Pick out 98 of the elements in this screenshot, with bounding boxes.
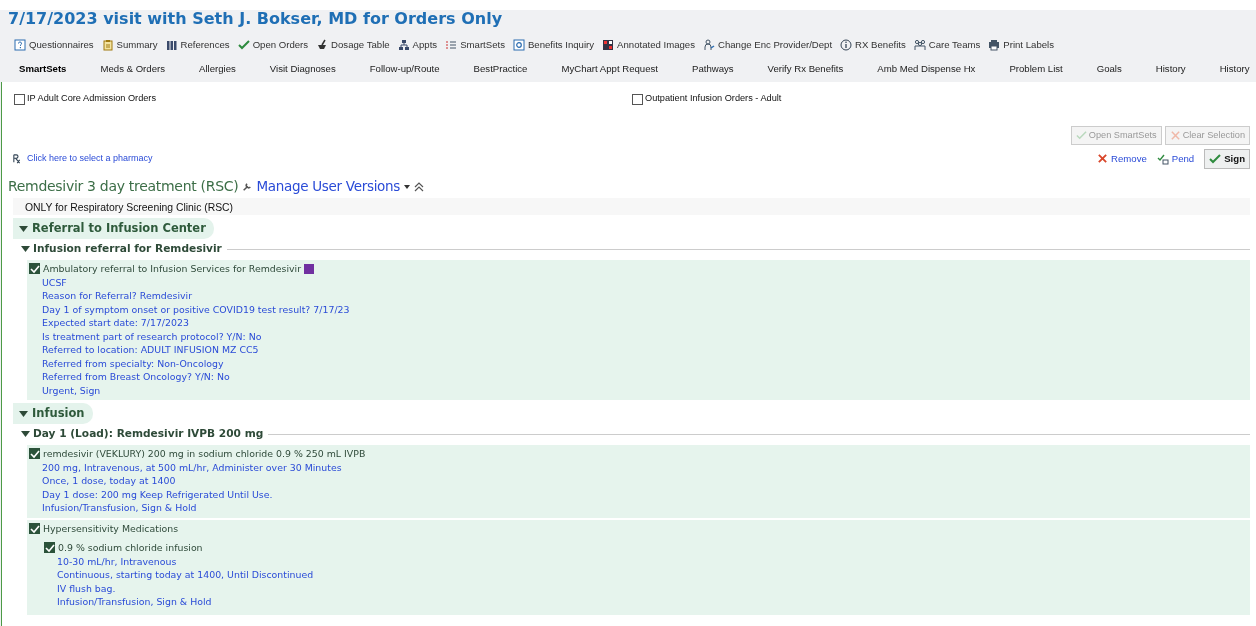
toolbar-button[interactable]: Summary xyxy=(101,37,158,53)
list-icon xyxy=(445,39,458,51)
section-header[interactable]: Infusion xyxy=(13,403,93,425)
checkmark-icon xyxy=(44,542,55,553)
order-detail[interactable]: Infusion/Transfusion, Sign & Hold xyxy=(44,595,1250,609)
versions-link[interactable]: Manage User Versions xyxy=(256,176,401,197)
order-detail[interactable]: Referred from specialty: Non-Oncology xyxy=(29,356,1250,371)
order-detail[interactable]: Is treatment part of research protocol? Y/N: No xyxy=(29,329,1250,344)
close-icon xyxy=(1097,153,1109,165)
toolbar-button[interactable]: Benefits Inquiry xyxy=(512,37,595,53)
printer-icon xyxy=(988,39,1001,51)
clipboard-icon xyxy=(101,39,114,51)
action-button[interactable]: Remove xyxy=(1097,151,1147,167)
checkmark-icon xyxy=(1075,130,1087,141)
checkbox[interactable] xyxy=(44,542,55,554)
pend-icon xyxy=(1156,153,1169,165)
action-button[interactable]: Sign xyxy=(1204,149,1250,169)
order-detail[interactable]: UCSF xyxy=(29,275,1250,290)
smartset-note: ONLY for Respiratory Screening Clinic (RSC) xyxy=(13,198,1250,215)
order-detail[interactable]: Day 1 dose: 200 mg Keep Refrigerated Until Use. xyxy=(29,487,1250,502)
wrench-icon xyxy=(242,181,253,192)
checkbox[interactable] xyxy=(14,93,25,105)
toolbar-button[interactable]: RX Benefits xyxy=(840,37,906,53)
tab[interactable]: Goals xyxy=(1096,61,1122,77)
toolbar-button[interactable]: Annotated Images xyxy=(602,37,695,53)
group-header[interactable]: Day 1 (Load): Remdesivir IVPB 200 mg xyxy=(21,426,264,443)
order-detail[interactable]: Once, 1 dose, today at 1400 xyxy=(29,474,1250,488)
checkbox[interactable] xyxy=(29,448,40,460)
toolbar-button[interactable]: Questionnaires xyxy=(14,37,94,53)
tab[interactable]: Visit Diagnoses xyxy=(269,61,336,77)
toolbar-button[interactable]: References xyxy=(165,37,230,53)
toolbar-button[interactable]: Open Orders xyxy=(237,37,309,53)
image-grid-icon xyxy=(602,39,615,51)
books-icon xyxy=(165,39,178,51)
order-detail[interactable]: 200 mg, Intravenous, at 500 mL/hr, Administer over 30 Minutes xyxy=(29,460,1250,475)
tab[interactable]: History xyxy=(1155,61,1186,77)
checkbox[interactable] xyxy=(29,523,40,535)
order-detail[interactable]: Infusion/Transfusion, Sign & Hold xyxy=(29,501,1250,515)
tab[interactable]: MyChart Appt Request xyxy=(561,61,658,77)
checkmark-icon xyxy=(237,39,250,51)
order-name: Hypersensitivity Medications xyxy=(43,521,179,536)
order-detail[interactable]: Reason for Referral? Remdesivir xyxy=(29,289,1250,303)
tab[interactable]: BestPractice xyxy=(473,61,528,77)
order-name: 0.9 % sodium chloride infusion xyxy=(58,540,203,555)
network-icon xyxy=(397,39,410,51)
expanded-caret-icon xyxy=(19,224,28,233)
checkbox[interactable] xyxy=(632,93,643,105)
checkmark-icon xyxy=(29,523,40,534)
toolbar-button[interactable]: Care Teams xyxy=(913,37,981,53)
magnifier-icon xyxy=(512,39,525,51)
people-icon xyxy=(913,39,926,51)
info-icon xyxy=(840,39,853,51)
favorite-option[interactable]: IP Adult Core Admission Orders xyxy=(14,92,632,106)
favorite-option[interactable]: Outpatient Infusion Orders - Adult xyxy=(632,92,1250,106)
mortar-icon xyxy=(316,39,329,51)
close-icon xyxy=(1169,130,1181,141)
tab[interactable]: Amb Med Dispense Hx xyxy=(877,61,976,77)
checkbox[interactable] xyxy=(29,263,40,275)
group-header[interactable]: Infusion referral for Remdesivir xyxy=(21,241,222,258)
tab[interactable]: Follow-up/Route xyxy=(369,61,440,77)
expanded-caret-icon xyxy=(21,430,30,439)
pharmacy-link[interactable]: Click here to select a pharmacy xyxy=(13,152,153,166)
checkmark-icon xyxy=(1209,153,1222,165)
tab[interactable]: History xyxy=(1219,61,1250,77)
toolbar-button[interactable]: Appts xyxy=(397,37,438,53)
person-icon xyxy=(702,39,715,51)
tab[interactable]: Pathways xyxy=(692,61,734,77)
toolbar-button[interactable]: Change Enc Provider/Dept xyxy=(702,37,833,53)
order-name: remdesivir (VEKLURY) 200 mg in sodium chloride 0.9 % 250 mL IVPB xyxy=(43,446,366,461)
toolbar-button[interactable]: Print Labels xyxy=(988,37,1054,53)
order-detail[interactable]: 10-30 mL/hr, Intravenous xyxy=(44,554,1250,569)
order-detail[interactable]: IV flush bag. xyxy=(44,581,1250,596)
smartset-title: Remdesivir 3 day treatment (RSC) xyxy=(8,177,239,196)
expanded-caret-icon xyxy=(19,409,28,418)
tab[interactable]: Meds & Orders xyxy=(100,61,165,77)
tab[interactable]: Problem List xyxy=(1009,61,1063,77)
order-detail[interactable]: Expected start date: 7/17/2023 xyxy=(29,316,1250,330)
order-name: Ambulatory referral to Infusion Services for Remdesivir xyxy=(43,261,302,276)
order-detail[interactable]: Day 1 of symptom onset or positive COVID19 test result? 7/17/23 xyxy=(29,302,1250,317)
toolbar-button[interactable]: Dosage Table xyxy=(316,37,390,53)
section-header[interactable]: Referral to Infusion Center xyxy=(13,218,214,240)
help-icon xyxy=(14,39,26,51)
checkmark-icon xyxy=(29,448,40,459)
caret-icon xyxy=(404,184,411,189)
action-button[interactable]: Pend xyxy=(1156,151,1195,167)
order-detail[interactable]: Continuous, starting today at 1400, Until Discontinued xyxy=(44,568,1250,582)
order-detail[interactable]: Urgent, Sign xyxy=(29,383,1250,398)
tab[interactable]: SmartSets xyxy=(19,61,67,77)
order-detail[interactable]: Referred to location: ADULT INFUSION MZ CC5 xyxy=(29,343,1250,357)
window-title: 7/17/2023 visit with Seth J. Bokser, MD for Orders Only xyxy=(7,10,504,27)
expanded-caret-icon xyxy=(21,245,30,254)
tab[interactable]: Verify Rx Benefits xyxy=(767,61,844,77)
collapse-icon xyxy=(414,181,425,192)
toolbar-button[interactable]: SmartSets xyxy=(445,37,505,53)
order-detail[interactable]: Referred from Breast Oncology? Y/N: No xyxy=(29,370,1250,384)
checkmark-icon xyxy=(29,263,40,274)
rx-icon xyxy=(13,154,23,164)
tab[interactable]: Allergies xyxy=(199,61,236,77)
